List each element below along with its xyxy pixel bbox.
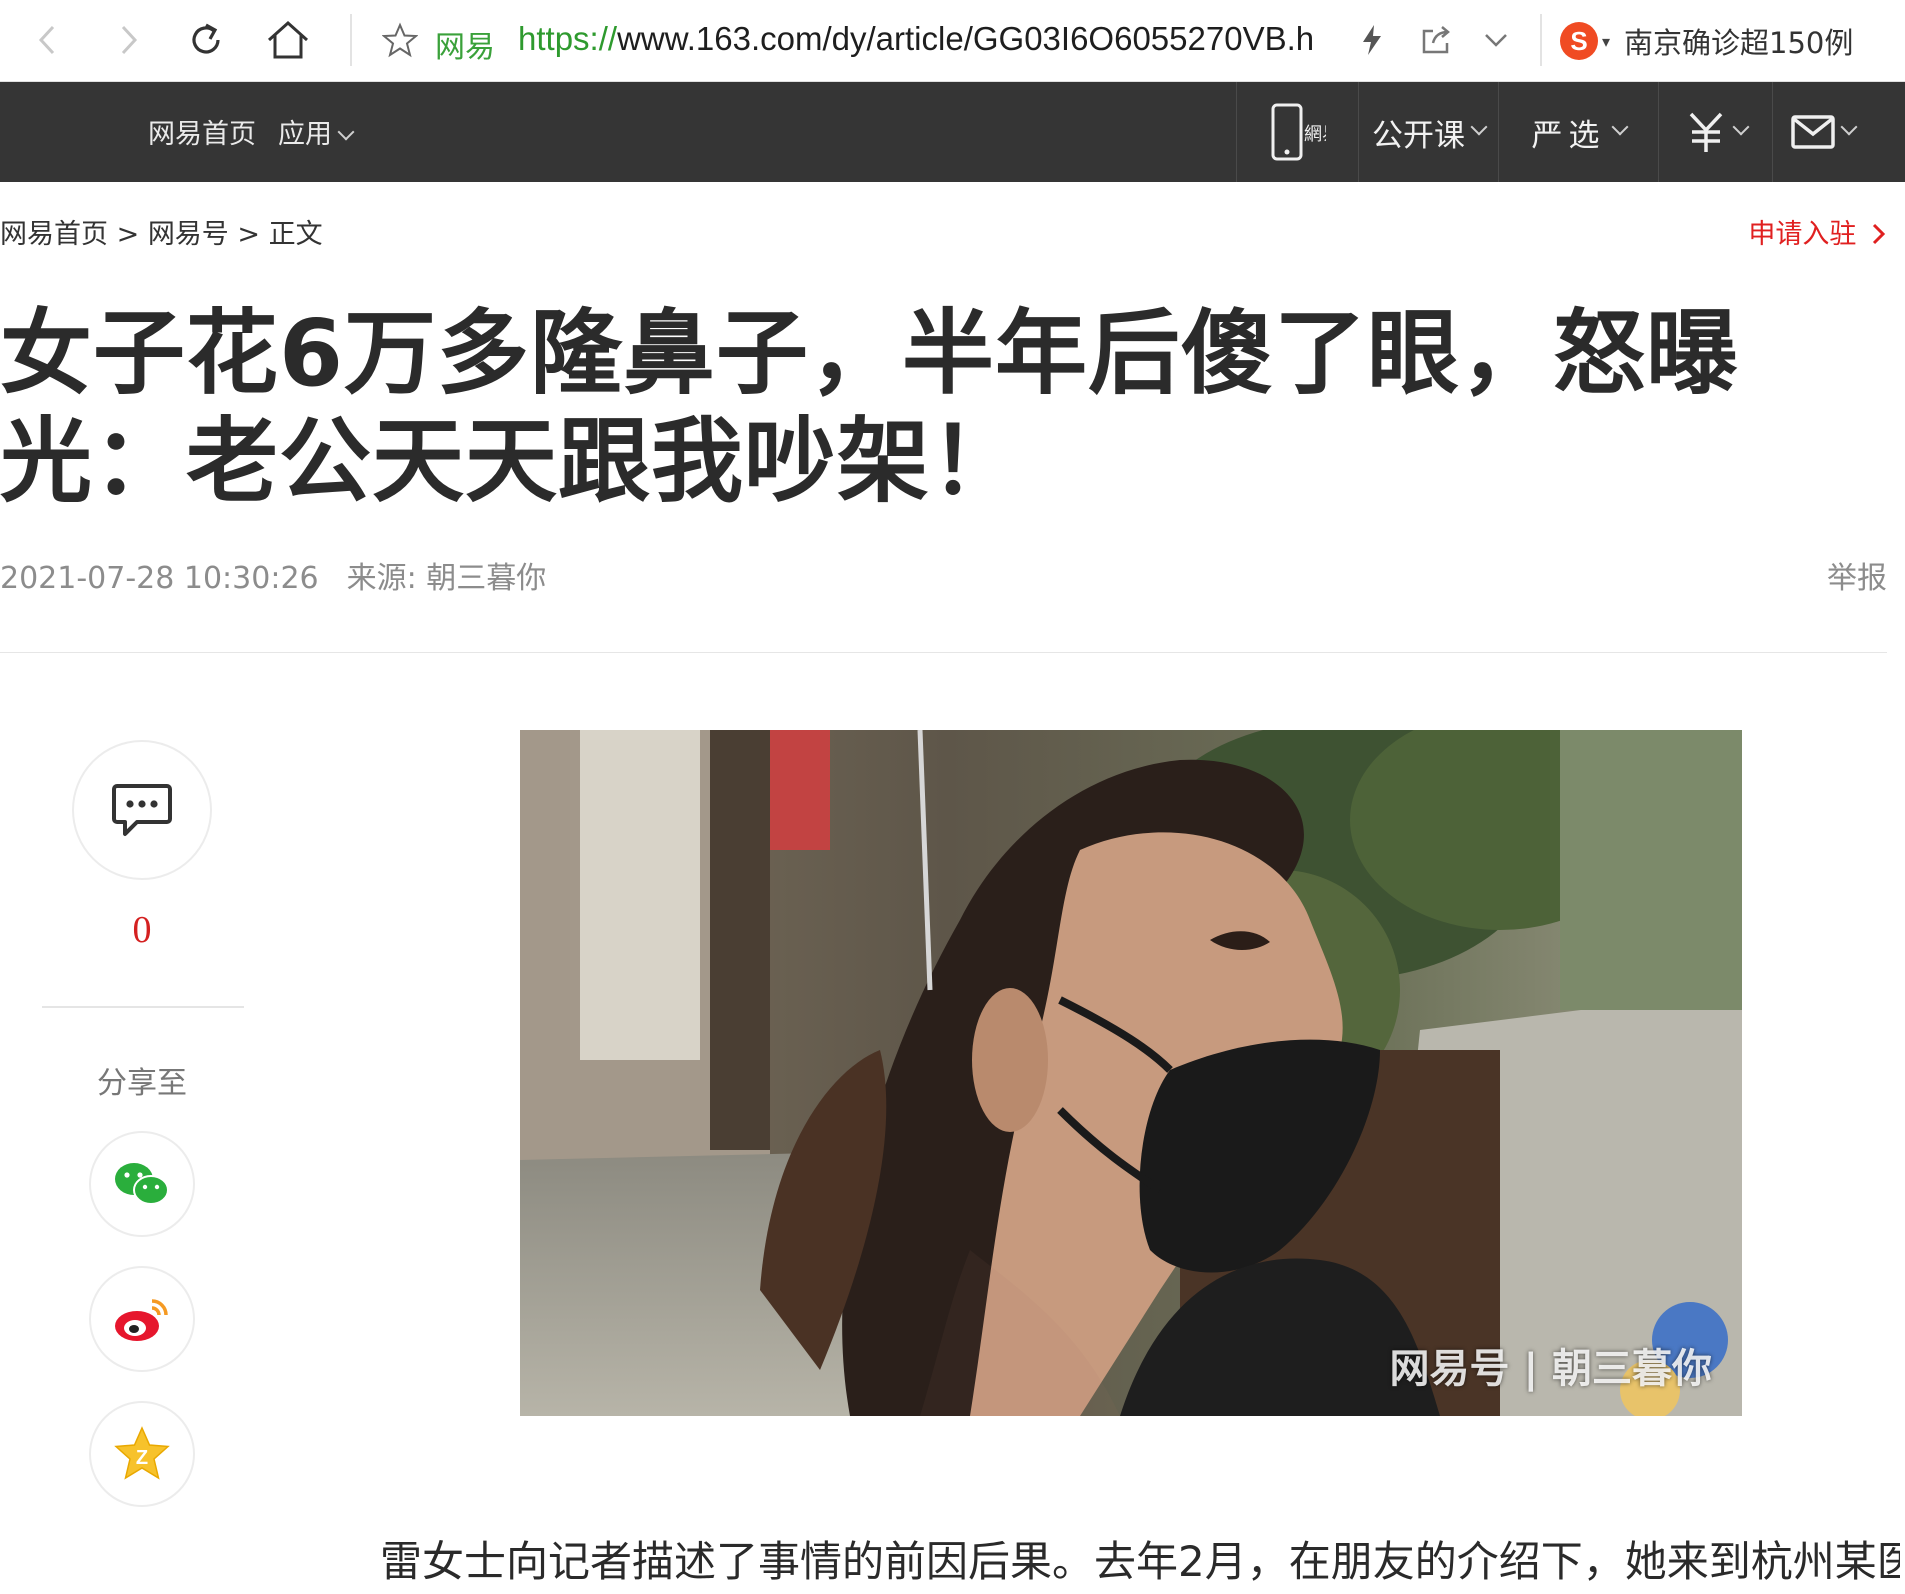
meta-divider [0,652,1887,653]
breadcrumb-separator: > [116,219,140,250]
share-label: 分享至 [97,1066,187,1101]
toolbar-divider [1540,14,1542,66]
article-title: 女子花6万多隆鼻子，半年后傻了眼，怒曝光：老公天天跟我吵架！ [0,300,1740,515]
nav-right-group: 網易 公开课 严选 [1236,82,1872,182]
site-identity-tag: 网易 [435,30,495,65]
breadcrumb-channel[interactable]: 网易号 [148,219,229,250]
nav-yanxuan[interactable]: 严选 [1498,82,1658,182]
back-icon[interactable] [22,14,74,66]
svg-text:網易: 網易 [1304,124,1326,145]
search-input[interactable]: 南京确诊超150例 [1624,20,1853,62]
comment-bubble-icon [112,784,172,836]
nav-open-course-label: 公开课 [1372,117,1465,154]
nav-open-course[interactable]: 公开课 [1358,82,1498,182]
rail-divider [42,1006,244,1008]
share-qzone-button[interactable]: Z [89,1401,195,1507]
url-text: www.163.com/dy/article/GG03I6O6055270VB.… [617,20,1315,57]
home-icon[interactable] [262,14,314,66]
chevron-down-icon [1732,118,1749,136]
breadcrumb-home[interactable]: 网易首页 [0,219,108,250]
mobile-phone-icon: 網易 [1271,103,1326,161]
sogou-search-icon[interactable]: S [1560,22,1598,60]
report-link[interactable]: 举报 [1827,553,1887,597]
reload-icon[interactable] [180,14,232,66]
image-watermark: 网易号 | 朝三暮你 [1389,1346,1712,1392]
chevron-down-icon [1840,118,1857,136]
nav-mail[interactable] [1772,82,1872,182]
chevron-down-icon [337,123,355,141]
comment-count[interactable]: 0 [72,908,212,952]
search-box[interactable]: S ▾ 南京确诊超150例 [1560,16,1890,66]
forward-icon[interactable] [102,14,154,66]
nav-finance[interactable] [1658,82,1772,182]
site-nav-bar: 网易首页 应用 網易 公开课 严选 [0,82,1905,182]
bookmark-star-icon[interactable] [374,14,426,66]
share-weibo-button[interactable] [89,1266,195,1372]
article-first-paragraph: 雷女士向记者描述了事情的前因后果。去年2月，在朋友的介绍下，她来到杭州某医 [380,1537,1900,1586]
qzone-star-icon: Z [114,1426,170,1480]
article-meta: 2021-07-28 10:30:26 来源: 朝三暮你 [0,553,546,597]
woman-with-mask-photo [520,730,1742,1416]
nav-apps-menu[interactable]: 应用 [278,112,355,151]
article-source[interactable]: 来源: 朝三暮你 [347,561,547,596]
nav-apps-label: 应用 [278,119,332,150]
apply-join-link[interactable]: 申请入驻 [1748,212,1887,251]
nav-yanxuan-label: 严选 [1531,117,1606,154]
article-photo: 网易号 | 朝三暮你 [520,730,1742,1416]
svg-text:Z: Z [136,1447,148,1469]
browser-toolbar: 网易 https://www.163.com/dy/article/GG03I6… [0,0,1905,82]
publish-time: 2021-07-28 10:30:26 [0,561,319,596]
search-engine-caret-icon[interactable]: ▾ [1602,32,1610,51]
nav-home-link[interactable]: 网易首页 [148,112,256,151]
apply-join-label: 申请入驻 [1748,219,1857,250]
yen-icon [1689,112,1722,152]
wechat-icon [115,1163,169,1205]
share-page-icon[interactable] [1410,14,1462,66]
chevron-right-icon [1872,223,1886,245]
lightning-icon[interactable] [1346,14,1398,66]
toolbar-divider [350,14,352,66]
breadcrumb-separator: > [237,219,261,250]
share-wechat-button[interactable] [89,1131,195,1237]
nav-mobile-app[interactable]: 網易 [1236,82,1358,182]
mail-icon [1790,115,1835,149]
weibo-icon [115,1299,168,1341]
chevron-down-icon [1611,118,1628,136]
comment-button[interactable] [72,740,212,880]
breadcrumb: 网易首页 > 网易号 > 正文 [0,212,323,251]
chevron-down-icon[interactable] [1470,14,1522,66]
address-bar[interactable]: https://www.163.com/dy/article/GG03I6O60… [518,20,1318,58]
url-scheme: https:// [518,20,618,57]
chevron-down-icon [1470,118,1488,136]
breadcrumb-current: 正文 [268,219,323,250]
